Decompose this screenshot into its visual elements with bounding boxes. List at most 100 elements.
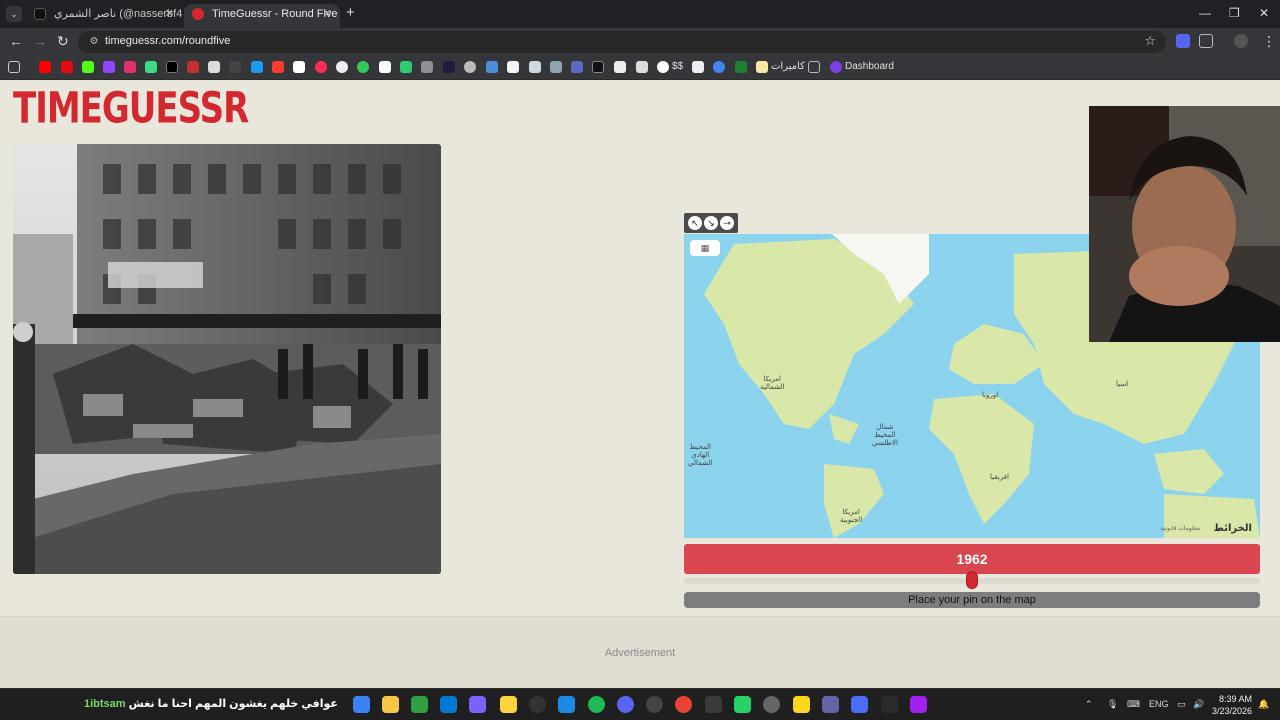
app-icon[interactable] [910,696,927,713]
extensions-puzzle-icon[interactable] [1199,34,1213,48]
bookmark-icon[interactable] [507,61,519,73]
app-icon[interactable] [469,696,486,713]
bookmark-icon[interactable] [636,61,648,73]
mail-icon[interactable] [440,696,457,713]
folder-icon[interactable] [808,61,820,73]
twitch-icon[interactable] [103,61,115,73]
bookmark-icon[interactable] [251,61,263,73]
bookmark-icon[interactable] [486,61,498,73]
app-icon[interactable] [558,696,575,713]
bookmark-icon[interactable] [614,61,626,73]
reload-icon[interactable]: ↻ [57,33,69,49]
app-icon[interactable] [705,696,722,713]
sticky-notes-icon[interactable] [793,696,810,713]
bookmark-icon[interactable] [421,61,433,73]
bookmark-icon[interactable] [379,61,391,73]
chrome-icon[interactable] [675,696,692,713]
youtube-icon[interactable] [39,61,51,73]
bookmark-icon[interactable] [336,61,348,73]
chat-ticker: 1ibtsam عوافي خلهم يغشون المهم احنا ما ن… [84,697,338,710]
restore-icon[interactable]: ❐ [1229,6,1240,20]
whatsapp-icon[interactable] [734,696,751,713]
language-indicator[interactable]: ENG [1149,699,1169,709]
timeguessr-logo[interactable]: TIMEGUESSR [13,88,249,131]
profile-avatar[interactable] [1234,34,1248,48]
app-icon[interactable] [646,696,663,713]
map-label-north-atlantic: شمال المحيط الاطلسي [872,424,898,447]
bookmark-icon[interactable] [443,61,455,73]
bookmark-icon[interactable] [145,61,157,73]
bookmark-icon[interactable] [550,61,562,73]
bookmark-icon[interactable] [592,61,604,73]
file-explorer-icon[interactable] [382,696,399,713]
bookmark-icon[interactable] [293,61,305,73]
microphone-icon[interactable]: 🎙 [1107,699,1118,710]
volume-icon[interactable]: 🔊 [1193,699,1204,710]
netflix-icon[interactable] [61,61,73,73]
tab-search-button[interactable]: ⌄ [6,6,22,22]
system-clock[interactable]: 8:39 AM 3/23/2026 [1212,693,1252,717]
teams-icon[interactable] [822,696,839,713]
excel-icon[interactable] [735,61,747,73]
bookmark-icon[interactable] [400,61,412,73]
year-slider-thumb[interactable] [966,571,978,589]
bookmark-icon[interactable] [692,61,704,73]
bookmark-label[interactable]: Dashboard [845,61,894,72]
tab-timeguessr[interactable]: TimeGuessr - Round Five ✕ [184,4,340,28]
network-icon[interactable]: ▭ [1177,699,1186,710]
site-info-icon[interactable]: ⚙ [87,35,101,49]
app-icon[interactable] [851,696,868,713]
bookmark-icon[interactable] [571,61,583,73]
bookmark-label[interactable]: كاميرات [771,61,805,72]
discord-icon[interactable] [617,696,634,713]
bookmark-icon[interactable] [208,61,220,73]
back-icon[interactable]: ← [9,33,23,49]
shrink-map-icon[interactable]: ↘ [704,216,718,230]
close-icon[interactable]: ✕ [323,4,332,24]
pin-map-icon[interactable]: ⊸ [720,216,734,230]
keyboard-icon[interactable]: ⌨ [1127,699,1140,710]
kick-icon[interactable] [82,61,94,73]
bookmark-icon[interactable] [529,61,541,73]
place-pin-button[interactable]: Place your pin on the map [684,592,1260,608]
windows-start-icon[interactable] [353,696,370,713]
enlarge-map-icon[interactable]: ↖ [688,216,702,230]
apps-grid-icon[interactable] [8,61,20,73]
tab-title: ناصر الشمري (@nasserbf4) | [54,8,182,20]
bookmark-icon[interactable] [357,61,369,73]
bookmark-icon[interactable] [187,61,199,73]
notification-icon[interactable]: 🔔 [1258,699,1269,710]
spotify-icon[interactable] [588,696,605,713]
forward-icon[interactable]: → [33,33,47,49]
bookmark-icon[interactable] [315,61,327,73]
bookmark-icon[interactable] [272,61,284,73]
bookmark-star-icon[interactable]: ☆ [1144,33,1156,49]
x-icon[interactable] [166,61,178,73]
menu-dots-icon[interactable]: ⋮ [1262,33,1276,49]
close-icon[interactable]: ✕ [165,4,174,24]
map-legal-link[interactable]: معلومات قانونية [1160,525,1200,532]
clock-date: 3/23/2026 [1211,706,1252,716]
advertisement-area: Advertisement [0,616,1280,688]
minimize-icon[interactable]: — [1199,6,1211,20]
browser-toolbar: ← → ↻ ⚙ timeguessr.com/roundfive ☆ ⋮ [0,28,1280,56]
bookmark-icon[interactable] [464,61,476,73]
taskbar: 1ibtsam عوافي خلهم يغشون المهم احنا ما ن… [0,688,1280,720]
bookmark-icon[interactable] [713,61,725,73]
tab-tiktok[interactable]: ناصر الشمري (@nasserbf4) | ✕ [26,4,182,28]
new-tab-button[interactable]: + [346,5,355,21]
instagram-icon[interactable] [124,61,136,73]
app-icon[interactable] [763,696,780,713]
bookmark-label[interactable]: $$ [672,61,683,72]
google-icon[interactable] [657,61,669,73]
app-icon[interactable] [500,696,517,713]
address-bar[interactable]: ⚙ timeguessr.com/roundfive ☆ [78,31,1166,53]
extension-icon[interactable] [1176,34,1190,48]
window-close-icon[interactable]: ✕ [1259,6,1269,20]
map-layer-icon[interactable]: ▦ [690,240,720,256]
bookmark-icon[interactable] [229,61,241,73]
app-icon[interactable] [411,696,428,713]
app-icon[interactable] [881,696,898,713]
tray-chevron-icon[interactable]: ⌃ [1085,699,1093,710]
app-icon[interactable] [529,696,546,713]
